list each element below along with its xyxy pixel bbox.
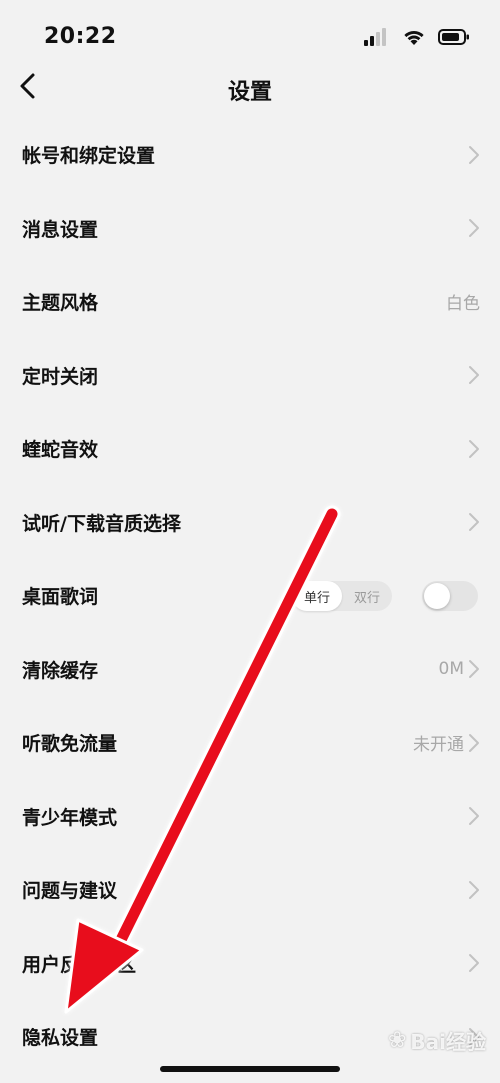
status-icons <box>364 28 470 50</box>
settings-item-teen[interactable]: 青少年模式 <box>0 780 500 854</box>
settings-item-theme[interactable]: 主题风格 白色 <box>0 265 500 339</box>
chevron-right-icon <box>468 218 480 238</box>
settings-item-label: 定时关闭 <box>22 365 99 388</box>
settings-item-label: 青少年模式 <box>22 806 118 829</box>
cache-size: 0M <box>438 659 464 680</box>
chevron-right-icon <box>468 145 480 165</box>
watermark-text: Bai经验 <box>410 1030 486 1054</box>
lyrics-line-segmented-control: 单行 双行 <box>292 581 392 611</box>
settings-list: 帐号和绑定设置 消息设置 主题风格 白色 定时关闭 蝰蛇音效 试听/下载音质选择… <box>0 118 500 1074</box>
settings-item-label: 听歌免流量 <box>22 733 118 756</box>
settings-item-lyrics: 桌面歌词 单行 双行 <box>0 559 500 633</box>
lyrics-toggle[interactable] <box>422 581 478 611</box>
settings-item-label: 用户反馈社区 <box>22 953 137 976</box>
chevron-right-icon <box>468 439 480 459</box>
theme-value: 白色 <box>446 294 480 315</box>
settings-item-quality[interactable]: 试听/下载音质选择 <box>0 486 500 560</box>
chevron-right-icon <box>468 733 480 753</box>
chevron-right-icon <box>468 806 480 826</box>
home-indicator[interactable] <box>160 1066 340 1072</box>
chevron-right-icon <box>468 880 480 900</box>
battery-icon <box>438 28 470 50</box>
settings-item-label: 主题风格 <box>22 292 99 315</box>
settings-item-account[interactable]: 帐号和绑定设置 <box>0 118 500 192</box>
nav-bar: 设置 <box>0 60 500 118</box>
settings-item-sound[interactable]: 蝰蛇音效 <box>0 412 500 486</box>
settings-item-label: 桌面歌词 <box>22 586 99 609</box>
free-data-status: 未开通 <box>413 735 464 756</box>
settings-item-label: 问题与建议 <box>22 880 118 903</box>
paw-icon: ❀ <box>387 1028 407 1053</box>
status-time: 20:22 <box>44 24 117 49</box>
segment-double-line[interactable]: 双行 <box>342 581 392 611</box>
settings-item-label: 试听/下载音质选择 <box>22 512 181 535</box>
settings-item-label: 隐私设置 <box>22 1027 99 1050</box>
settings-item-feedback[interactable]: 问题与建议 <box>0 853 500 927</box>
settings-item-community[interactable]: 用户反馈社区 <box>0 927 500 1001</box>
settings-item-label: 清除缓存 <box>22 659 99 682</box>
settings-item-timer[interactable]: 定时关闭 <box>0 339 500 413</box>
settings-item-free-data[interactable]: 听歌免流量 未开通 <box>0 706 500 780</box>
segment-single-line[interactable]: 单行 <box>292 581 342 611</box>
page-title: 设置 <box>227 80 272 105</box>
chevron-right-icon <box>468 512 480 532</box>
settings-item-label: 消息设置 <box>22 218 99 241</box>
settings-item-cache[interactable]: 清除缓存 0M <box>0 633 500 707</box>
toggle-knob <box>424 583 450 609</box>
settings-item-label: 蝰蛇音效 <box>22 439 99 462</box>
wifi-icon <box>402 28 426 50</box>
chevron-right-icon <box>468 953 480 973</box>
chevron-right-icon <box>468 659 480 679</box>
chevron-right-icon <box>468 365 480 385</box>
settings-item-label: 帐号和绑定设置 <box>22 145 156 168</box>
signal-icon <box>364 28 390 50</box>
watermark: ❀ Bai经验 <box>388 1026 486 1055</box>
settings-item-message[interactable]: 消息设置 <box>0 192 500 266</box>
